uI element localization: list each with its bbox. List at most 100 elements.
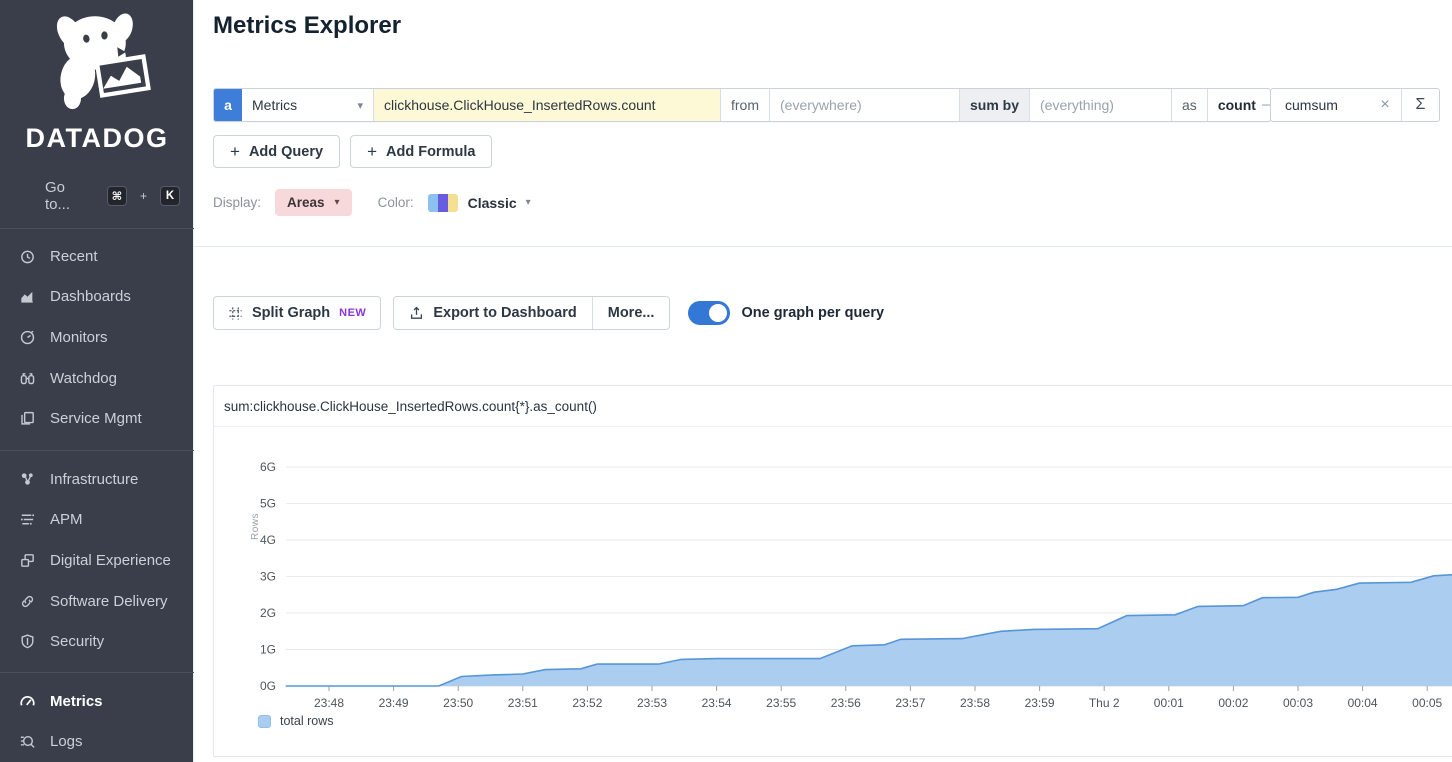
svg-text:23:59: 23:59 [1025, 696, 1055, 710]
close-icon[interactable]: × [1369, 96, 1401, 114]
history-icon [17, 247, 37, 265]
svg-text:23:50: 23:50 [443, 696, 473, 710]
svg-text:00:02: 00:02 [1218, 696, 1248, 710]
toggle-knob [709, 304, 727, 322]
sidebar-item-digital-experience[interactable]: Digital Experience [0, 540, 194, 581]
svg-text:23:48: 23:48 [314, 696, 344, 710]
sidebar-group-2: Infrastructure APM Digital Experience So… [0, 459, 194, 662]
as-count-dropdown[interactable]: count [1208, 89, 1270, 121]
svg-text:0G: 0G [260, 679, 276, 693]
sidebar-divider [0, 672, 194, 673]
svg-text:23:54: 23:54 [702, 696, 732, 710]
go-to-label: Go to... [45, 179, 85, 213]
sidebar-divider [0, 450, 194, 451]
color-scheme-value[interactable]: Classic [468, 195, 517, 211]
sidebar-item-label: Recent [50, 248, 98, 265]
more-button[interactable]: More... [592, 297, 670, 329]
function-name[interactable]: cumsum [1271, 97, 1369, 113]
datadog-logo[interactable]: DATADOG [0, 4, 194, 154]
legend-item-total-rows[interactable]: total rows [258, 714, 334, 728]
plus-icon: + [230, 142, 240, 162]
sidebar-item-infrastructure[interactable]: Infrastructure [0, 459, 194, 500]
sidebar-item-service-mgmt[interactable]: Service Mgmt [0, 398, 194, 439]
plus-icon: + [367, 142, 377, 162]
sum-by-label: sum by [960, 89, 1030, 121]
watchdog-icon [17, 369, 37, 387]
sidebar-item-monitors[interactable]: Monitors [0, 317, 194, 358]
split-graph-icon [228, 306, 243, 321]
color-label: Color: [378, 195, 414, 210]
metric-input[interactable] [374, 97, 720, 113]
split-graph-button[interactable]: Split Graph NEW [213, 296, 381, 330]
one-graph-per-query-toggle[interactable] [688, 301, 730, 325]
add-query-label: Add Query [249, 144, 323, 160]
go-to-search[interactable]: Go to... ⌘ + K [0, 181, 194, 211]
chevron-down-icon[interactable]: ▾ [526, 197, 531, 208]
function-connector [1262, 104, 1270, 106]
sum-by-field [1030, 89, 1172, 121]
add-formula-label: Add Formula [386, 144, 475, 160]
from-input[interactable] [770, 97, 959, 113]
sidebar-item-software-delivery[interactable]: Software Delivery [0, 581, 194, 622]
software-delivery-icon [17, 592, 37, 610]
export-to-dashboard-button[interactable]: Export to Dashboard [394, 297, 591, 329]
svg-text:00:05: 00:05 [1412, 696, 1442, 710]
add-query-button[interactable]: + Add Query [213, 135, 340, 168]
sidebar-item-label: Service Mgmt [50, 410, 142, 427]
query-source-dropdown[interactable]: Metrics ▾ [242, 89, 374, 121]
export-icon [409, 305, 424, 321]
sum-by-input[interactable] [1030, 97, 1171, 113]
key-separator: + [140, 189, 147, 203]
sidebar-item-label: Security [50, 633, 104, 650]
sidebar-item-label: Metrics [50, 693, 103, 710]
sidebar-item-label: Watchdog [50, 370, 117, 387]
svg-text:23:49: 23:49 [379, 696, 409, 710]
apm-icon [17, 511, 37, 529]
sidebar-divider [0, 228, 194, 229]
sidebar: DATADOG Go to... ⌘ + K Recent [0, 0, 194, 762]
svg-text:5G: 5G [260, 497, 276, 511]
color-palette-swatch[interactable] [428, 194, 458, 212]
chart-card: sum:clickhouse.ClickHouse_InsertedRows.c… [213, 385, 1452, 757]
sidebar-item-watchdog[interactable]: Watchdog [0, 358, 194, 399]
display-type-dropdown[interactable]: Areas ▾ [275, 189, 352, 216]
sidebar-item-label: Digital Experience [50, 552, 171, 569]
sidebar-item-dashboards[interactable]: Dashboards [0, 277, 194, 318]
from-label: from [721, 89, 770, 121]
sigma-icon[interactable]: Σ [1401, 89, 1439, 121]
add-formula-button[interactable]: + Add Formula [350, 135, 492, 168]
new-badge: NEW [339, 307, 366, 319]
query-letter-badge[interactable]: a [214, 89, 242, 121]
sidebar-item-label: APM [50, 511, 83, 528]
dashboards-icon [17, 288, 37, 306]
svg-text:3G: 3G [260, 570, 276, 584]
area-chart-plot[interactable]: 0G1G2G3G4G5G6G23:4823:4923:5023:5123:522… [214, 429, 1452, 714]
metrics-explorer-app: DATADOG Go to... ⌘ + K Recent [0, 0, 1452, 762]
k-key: K [160, 186, 180, 206]
display-label: Display: [213, 195, 261, 210]
page-title: Metrics Explorer [213, 12, 401, 40]
sidebar-item-label: Dashboards [50, 288, 131, 305]
from-field [770, 89, 960, 121]
export-label: Export to Dashboard [433, 305, 576, 321]
chevron-down-icon: ▾ [357, 99, 363, 112]
sidebar-item-metrics[interactable]: Metrics [0, 681, 194, 722]
legend-swatch [258, 715, 271, 728]
infrastructure-icon [17, 470, 37, 488]
sidebar-item-apm[interactable]: APM [0, 500, 194, 541]
sidebar-item-logs[interactable]: Logs [0, 722, 194, 762]
sidebar-item-label: Monitors [50, 329, 108, 346]
svg-text:23:57: 23:57 [895, 696, 925, 710]
swatch-yellow [448, 194, 458, 212]
digital-experience-icon [17, 551, 37, 569]
function-pill: cumsum × Σ [1270, 88, 1440, 122]
chart-query-title: sum:clickhouse.ClickHouse_InsertedRows.c… [214, 386, 1452, 427]
sidebar-item-label: Logs [50, 733, 83, 750]
svg-text:1G: 1G [260, 643, 276, 657]
sidebar-item-recent[interactable]: Recent [0, 236, 194, 277]
svg-text:23:52: 23:52 [572, 696, 602, 710]
svg-text:2G: 2G [260, 606, 276, 620]
svg-text:23:58: 23:58 [960, 696, 990, 710]
sidebar-item-security[interactable]: Security [0, 621, 194, 662]
sidebar-item-label: Infrastructure [50, 471, 138, 488]
